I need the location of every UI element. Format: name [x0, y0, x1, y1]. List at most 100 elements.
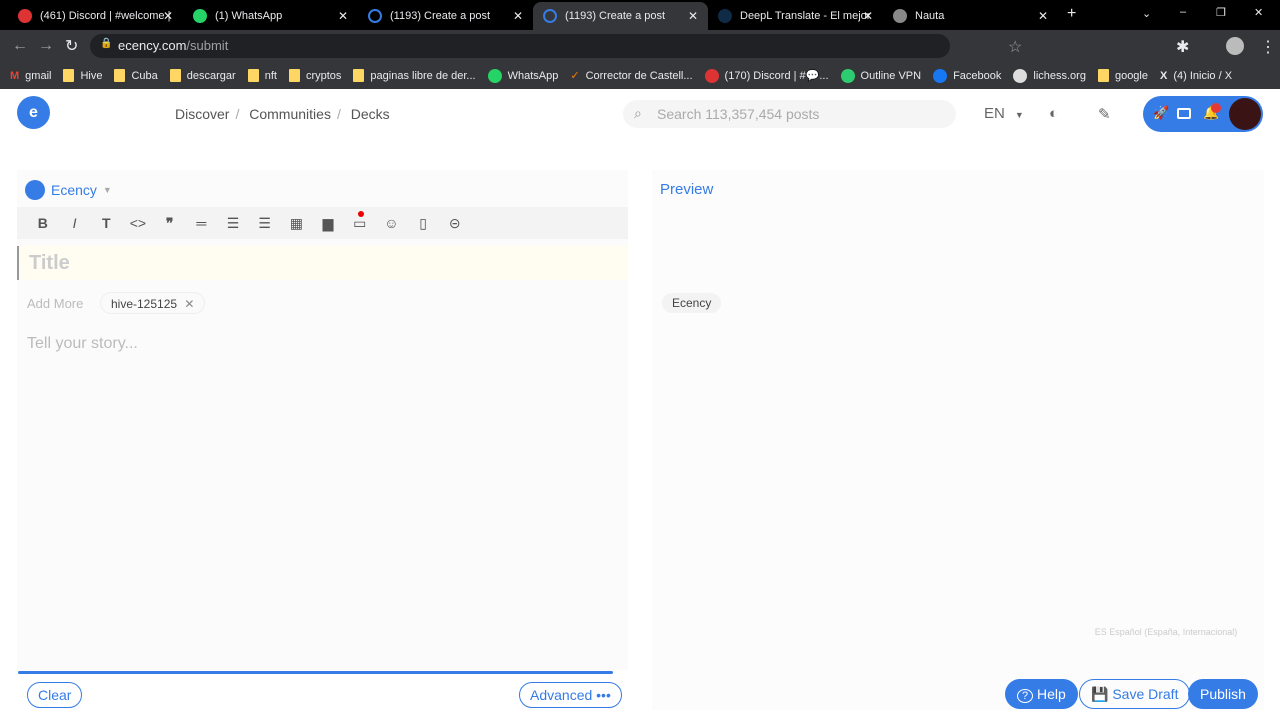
code-icon[interactable]: <>: [122, 215, 154, 231]
reload-icon[interactable]: ↻: [65, 36, 78, 56]
ecency-logo[interactable]: e: [17, 96, 50, 129]
whatsapp-icon: [487, 68, 502, 83]
help-button[interactable]: ? Help: [1005, 679, 1078, 709]
bookmark[interactable]: Facebook: [933, 68, 1002, 83]
nav-decks[interactable]: Decks: [351, 106, 390, 122]
bookmark[interactable]: descargar: [169, 69, 236, 82]
italic-icon[interactable]: I: [59, 215, 91, 231]
bookmark-label: Outline VPN: [860, 69, 922, 82]
unordered-list-icon[interactable]: ☰: [249, 215, 281, 232]
close-icon[interactable]: ✕: [163, 9, 173, 23]
bookmark[interactable]: paginas libre de der...: [353, 69, 476, 82]
bookmark[interactable]: lichess.org: [1013, 68, 1086, 83]
bold-icon[interactable]: B: [27, 215, 59, 231]
nav-communities[interactable]: Communities: [249, 106, 331, 122]
profile-avatar[interactable]: [1226, 37, 1244, 55]
close-icon[interactable]: ✕: [863, 9, 873, 23]
forward-icon[interactable]: →: [38, 37, 54, 55]
url-host: ecency.com: [118, 38, 187, 53]
bookmark[interactable]: Cuba: [114, 69, 158, 82]
search-input[interactable]: ⌕ Search 113,357,454 posts: [623, 100, 956, 128]
bookmark-label: gmail: [25, 69, 52, 82]
back-icon[interactable]: ←: [12, 37, 28, 55]
new-tab-button[interactable]: +: [1067, 5, 1076, 23]
tab-nauta[interactable]: Nauta ✕: [883, 2, 1058, 30]
extensions-icon[interactable]: ✱: [1176, 37, 1189, 57]
avatar[interactable]: [1229, 98, 1261, 130]
community-selector[interactable]: Ecency ▼: [25, 180, 112, 200]
title-input[interactable]: Title: [17, 246, 628, 280]
chevron-down-icon: ▼: [102, 185, 112, 195]
bookmark[interactable]: ✓ Corrector de Castell...: [570, 69, 692, 83]
clear-button[interactable]: Clear: [27, 682, 83, 708]
theme-toggle-icon[interactable]: ◐: [1049, 105, 1058, 122]
language-select[interactable]: EN ▼: [984, 105, 1024, 122]
bookmark[interactable]: (170) Discord | #💬...: [704, 68, 829, 83]
bookmark[interactable]: X (4) Inicio / X: [1160, 70, 1232, 82]
spellcheck-language: ES Español (España, Internacional): [1094, 627, 1238, 637]
tab-search-icon[interactable]: ⌄: [1142, 7, 1151, 20]
pencil-icon[interactable]: ✎: [1098, 105, 1111, 123]
separator: /: [235, 106, 240, 122]
tab-label: (461) Discord | #welcome |: [40, 10, 171, 22]
bookmark-label: Facebook: [953, 69, 1002, 82]
menu-icon[interactable]: ⋮: [1260, 37, 1276, 57]
close-icon[interactable]: ✕: [688, 9, 698, 23]
site-header: e Discover / Communities / Decks ⌕ Search 1…: [0, 90, 1280, 138]
address-bar-row: ← → ↻ 🔒 ecency.com/submit ☆ ✱ ⋮: [0, 30, 1280, 62]
wallet-icon[interactable]: [1177, 108, 1191, 119]
preview-tag: Ecency: [662, 293, 722, 313]
link-icon[interactable]: ⊝: [439, 215, 471, 232]
save-draft-button[interactable]: 💾 Save Draft: [1079, 679, 1191, 709]
close-window-button[interactable]: ✕: [1254, 6, 1263, 19]
tab-discord[interactable]: (461) Discord | #welcome | ✕: [8, 2, 183, 30]
bookmark-label: google: [1114, 69, 1148, 82]
tag-chip: hive-125125 ✕: [100, 292, 206, 314]
bookmark[interactable]: Mgmail: [10, 70, 51, 82]
file-icon[interactable]: ▯: [407, 215, 439, 232]
search-placeholder: Search 113,357,454 posts: [657, 106, 820, 122]
url-path: /submit: [186, 38, 229, 53]
lock-icon: 🔒: [100, 38, 113, 49]
tab-create-post-active[interactable]: (1193) Create a post ✕: [533, 2, 708, 30]
tags-input[interactable]: Add More: [27, 296, 83, 311]
video-icon[interactable]: ▭: [344, 210, 376, 232]
ordered-list-icon[interactable]: ☰: [217, 215, 249, 232]
language-label: EN: [984, 105, 1005, 122]
save-icon: 💾: [1091, 686, 1109, 702]
tab-create-post[interactable]: (1193) Create a post ✕: [358, 2, 533, 30]
advanced-button[interactable]: Advanced •••: [519, 682, 622, 708]
rocket-icon[interactable]: 🚀: [1153, 105, 1169, 121]
emoji-icon[interactable]: ☺: [376, 215, 408, 231]
whatsapp-icon: [193, 9, 207, 23]
bookmark-label: Cuba: [131, 69, 158, 82]
close-icon[interactable]: ✕: [1038, 9, 1048, 23]
bookmark[interactable]: Hive: [63, 69, 102, 82]
url-input[interactable]: 🔒 ecency.com/submit: [90, 34, 950, 58]
close-icon[interactable]: ✕: [513, 9, 523, 23]
body-textarea[interactable]: Tell your story...: [27, 335, 138, 353]
publish-button[interactable]: Publish: [1188, 679, 1258, 709]
table-icon[interactable]: ▦: [281, 215, 313, 232]
bookmark-label: descargar: [186, 69, 236, 82]
close-icon[interactable]: ✕: [184, 297, 194, 311]
folder-icon: [353, 69, 365, 82]
bookmark[interactable]: WhatsApp: [487, 68, 558, 83]
bookmark[interactable]: nft: [247, 69, 277, 82]
bookmark[interactable]: Outline VPN: [840, 68, 922, 83]
tab-bar: (461) Discord | #welcome | ✕ (1) WhatsApp…: [0, 0, 1280, 30]
close-icon[interactable]: ✕: [338, 9, 348, 23]
bookmark[interactable]: cryptos: [288, 69, 341, 82]
star-icon[interactable]: ☆: [1008, 37, 1022, 57]
maximize-button[interactable]: ❐: [1216, 6, 1226, 19]
quote-icon[interactable]: ❞: [154, 215, 186, 232]
bookmark[interactable]: google: [1097, 69, 1148, 82]
check-icon: ✓: [570, 70, 580, 82]
image-icon[interactable]: ▆: [312, 215, 344, 232]
heading-icon[interactable]: T: [90, 215, 122, 231]
align-icon[interactable]: ═: [185, 215, 217, 231]
tab-deepl[interactable]: DeepL Translate - El mejor ✕: [708, 2, 883, 30]
tab-whatsapp[interactable]: (1) WhatsApp ✕: [183, 2, 358, 30]
minimize-button[interactable]: –: [1180, 6, 1186, 18]
nav-discover[interactable]: Discover: [175, 106, 229, 122]
